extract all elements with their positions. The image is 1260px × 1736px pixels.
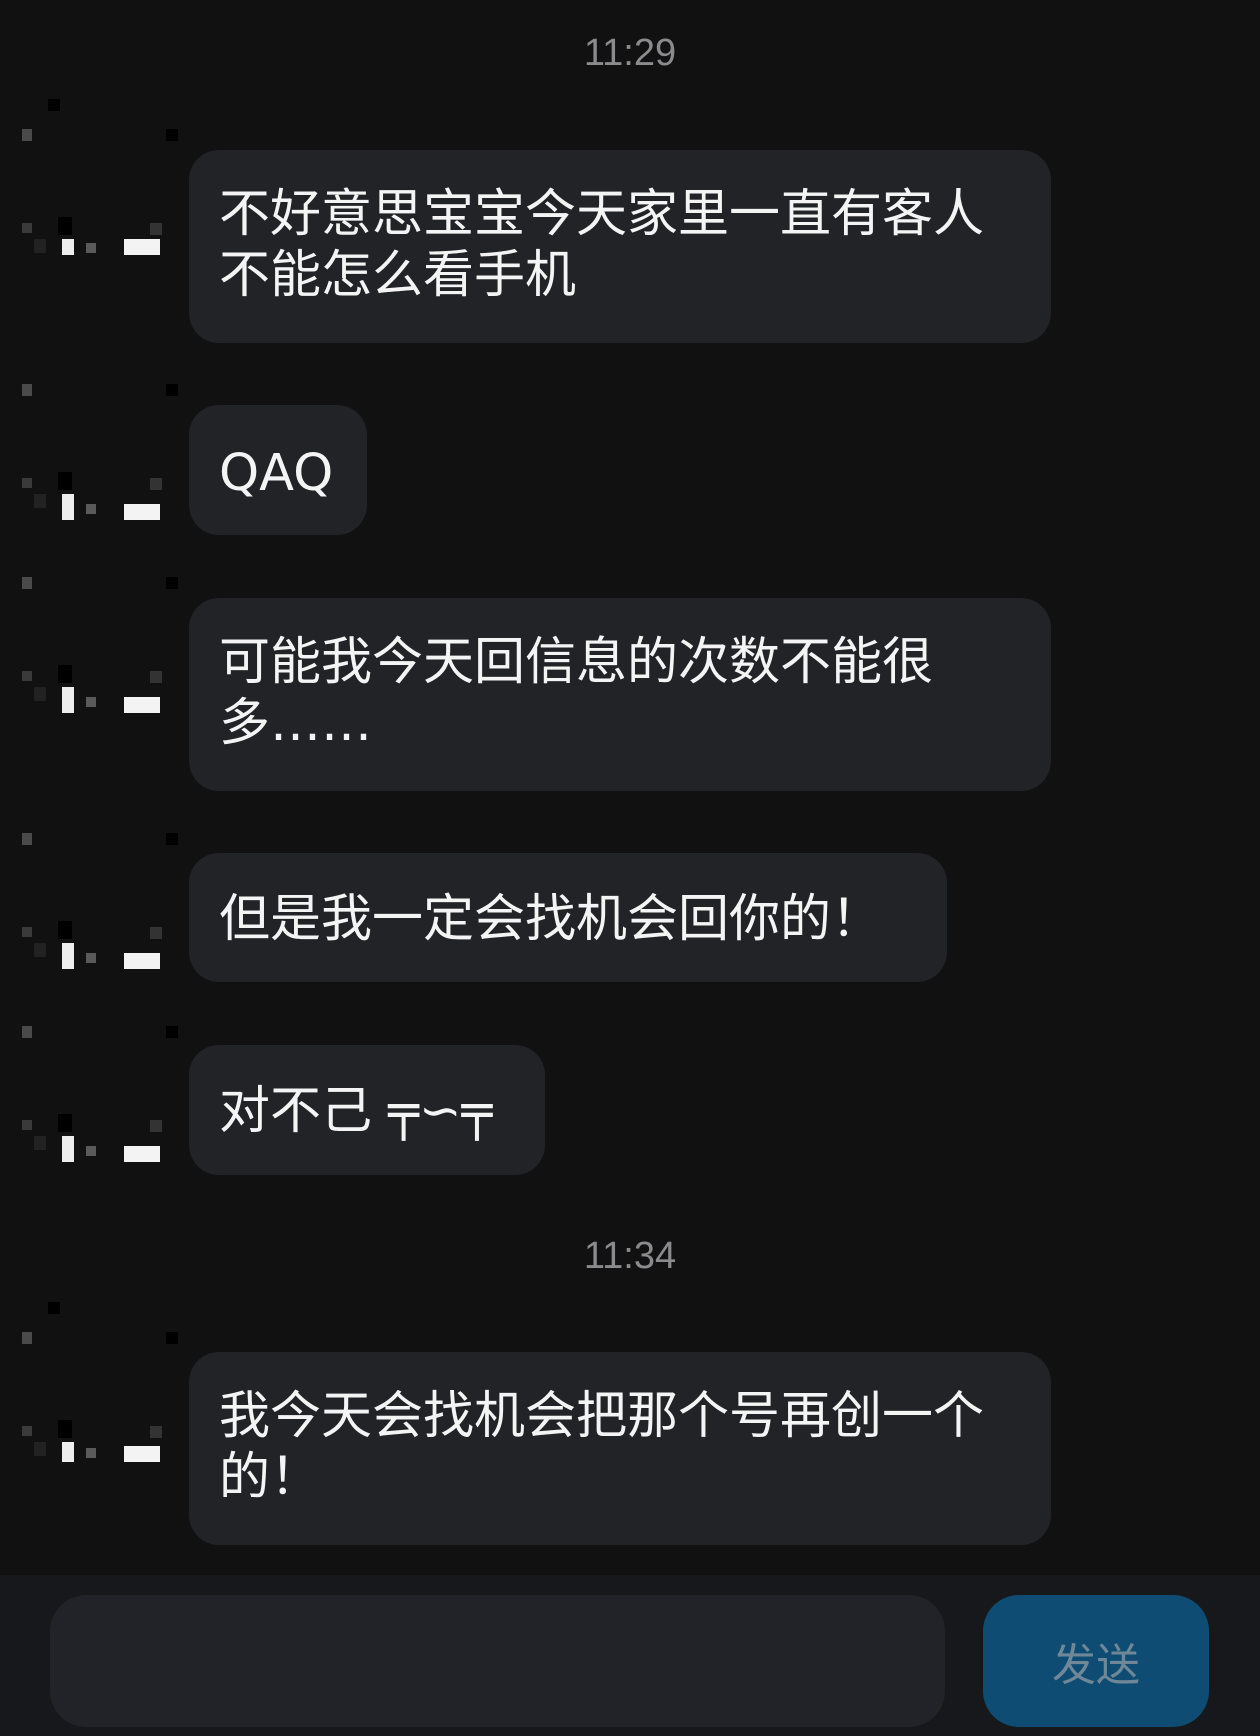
avatar[interactable] bbox=[18, 829, 180, 991]
message-bubble[interactable]: 可能我今天回信息的次数不能很多…… bbox=[189, 598, 1051, 791]
avatar[interactable] bbox=[18, 380, 180, 542]
timestamp: 11:29 bbox=[583, 32, 677, 74]
avatar[interactable] bbox=[18, 1300, 180, 1462]
message-bubble[interactable]: 但是我一定会找机会回你的！ bbox=[189, 853, 947, 982]
avatar-pixels bbox=[18, 93, 180, 255]
timestamp: 11:34 bbox=[583, 1235, 677, 1277]
chat-area[interactable]: 11:29 不好意思宝宝今天家里一直有客人不能怎么看手机 QAQ 可能我今天回信… bbox=[0, 0, 1260, 1575]
composer-bar: 发送 bbox=[0, 1575, 1260, 1736]
message-bubble[interactable]: 对不己 ╤∽╤ bbox=[189, 1045, 545, 1175]
avatar[interactable] bbox=[18, 573, 180, 735]
message-input[interactable] bbox=[50, 1595, 945, 1727]
message-bubble[interactable]: 我今天会找机会把那个号再创一个的！ bbox=[189, 1352, 1051, 1545]
message-bubble[interactable]: QAQ bbox=[189, 405, 367, 535]
send-button[interactable]: 发送 bbox=[983, 1595, 1209, 1727]
message-bubble[interactable]: 不好意思宝宝今天家里一直有客人不能怎么看手机 bbox=[189, 150, 1051, 343]
avatar[interactable] bbox=[18, 1022, 180, 1184]
